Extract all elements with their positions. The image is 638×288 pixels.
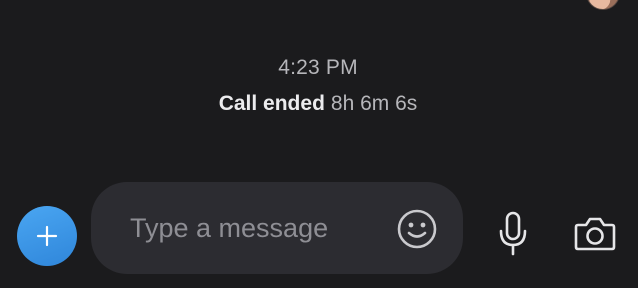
emoji-button[interactable] bbox=[395, 207, 439, 251]
call-ended-label: Call ended bbox=[218, 92, 325, 115]
message-composer bbox=[91, 182, 463, 274]
chat-screen: 4:23 PM Call ended 8h 6m 6s bbox=[0, 0, 638, 288]
message-input[interactable] bbox=[130, 210, 380, 246]
call-ended-event: Call ended 8h 6m 6s bbox=[0, 92, 636, 116]
camera-icon bbox=[574, 217, 616, 251]
message-timestamp: 4:23 PM bbox=[278, 56, 358, 79]
user-avatar[interactable] bbox=[586, 0, 620, 10]
microphone-icon bbox=[499, 211, 527, 256]
smiley-icon bbox=[397, 209, 437, 249]
voice-message-button[interactable] bbox=[492, 210, 534, 258]
call-duration: 8h 6m 6s bbox=[330, 92, 418, 115]
camera-button[interactable] bbox=[570, 210, 620, 258]
plus-icon bbox=[36, 225, 58, 247]
add-attachment-button[interactable] bbox=[17, 206, 77, 266]
